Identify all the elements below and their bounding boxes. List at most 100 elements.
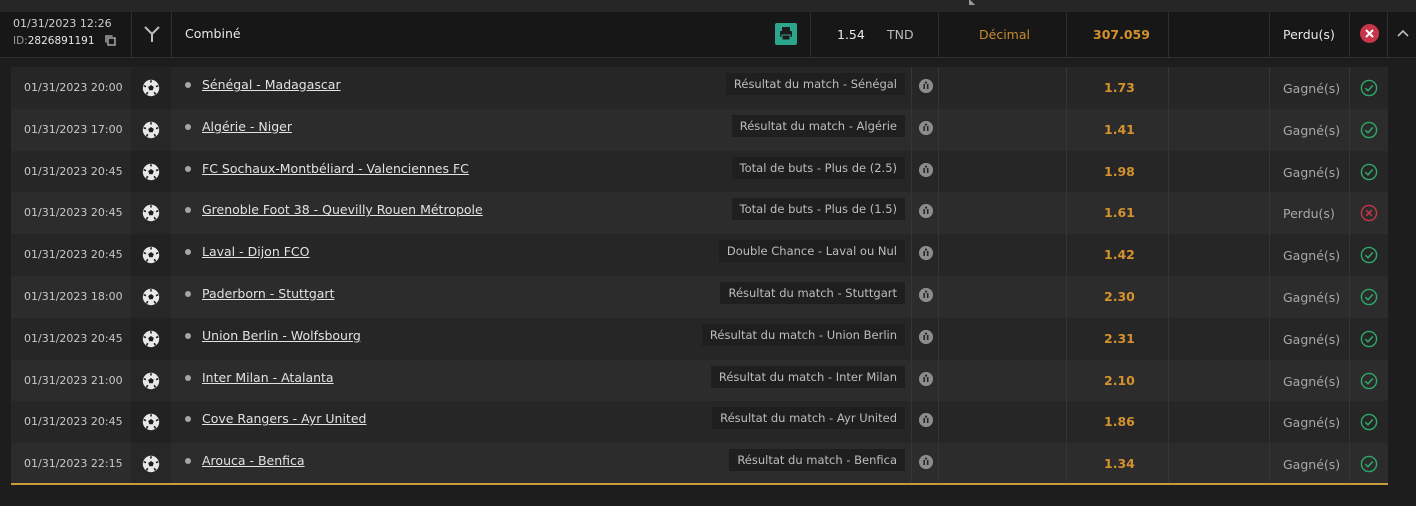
empty-cell [1168,317,1269,360]
sport-icon-cell [131,67,171,109]
sport-icon-cell [131,317,171,360]
match-link[interactable]: Laval - Dijon FCO [202,244,309,259]
info-cell[interactable] [911,401,939,444]
market-cell: Résultat du match - Union Berlin [627,318,905,360]
status-cell: Gagné(s) [1269,108,1349,151]
bet-summary-row[interactable]: 01/31/2023 12:26 ID:2826891191 Combiné 1… [0,12,1416,58]
stats-info-icon[interactable] [919,413,933,428]
bet-datetime: 01/31/2023 12:26 [13,17,112,30]
odds-cell: 1.86 [1066,401,1168,444]
info-cell[interactable] [911,275,939,318]
market-cell: Résultat du match - Ayr United [627,401,905,443]
info-cell[interactable] [911,150,939,193]
selection-odds: 1.86 [1104,414,1135,430]
result-cell [1349,108,1388,151]
stats-info-icon[interactable] [919,162,933,177]
match-link[interactable]: Union Berlin - Wolfsbourg [202,328,361,343]
result-cell [1349,443,1388,483]
collapse-toggle[interactable] [1387,12,1416,57]
stats-info-icon[interactable] [919,455,933,470]
odds-cell: 2.30 [1066,275,1168,318]
odds-cell: 1.98 [1066,150,1168,193]
match-link[interactable]: Inter Milan - Atalanta [202,370,334,385]
market-label: Résultat du match - Stuttgart [720,281,905,304]
bullet-dot-icon [185,374,191,381]
soccer-ball-icon [142,205,160,222]
selection-date: 01/31/2023 20:45 [24,331,123,345]
won-check-icon [1360,121,1378,139]
market-cell: Résultat du match - Sénégal [627,67,905,109]
info-cell[interactable] [911,108,939,151]
print-button[interactable] [775,23,797,45]
soccer-ball-icon [142,330,160,347]
odds-format-cell: Décimal [938,12,1066,57]
info-cell[interactable] [911,67,939,109]
result-cell [1349,192,1388,235]
stats-info-icon[interactable] [919,120,933,135]
selection-row: 01/31/2023 17:00 Algérie - Niger Résultat … [11,108,1388,151]
stats-info-icon[interactable] [919,246,933,261]
soccer-ball-icon [142,414,160,431]
match-link[interactable]: Sénégal - Madagascar [202,77,341,92]
odds-cell: 2.31 [1066,317,1168,360]
market-label: Résultat du match - Algérie [731,114,905,137]
selection-row: 01/31/2023 20:00 Sénégal - Madagascar Résu… [11,67,1388,109]
match-link[interactable]: Grenoble Foot 38 - Quevilly Rouen Métrop… [202,202,483,217]
selection-row: 01/31/2023 20:45 FC Sochaux-Montbéliard -… [11,150,1388,193]
empty-cell [1168,275,1269,318]
selection-status: Gagné(s) [1283,289,1341,305]
bet-id-value: 2826891191 [27,35,95,47]
selection-odds: 2.10 [1104,372,1135,388]
bullet-dot-icon [185,416,191,423]
stats-info-icon[interactable] [919,79,933,93]
sport-icon-cell [131,150,171,193]
sport-icon-cell [131,401,171,444]
match-link[interactable]: Cove Rangers - Ayr United [202,411,366,426]
selection-date: 01/31/2023 18:00 [24,289,123,303]
won-check-icon [1360,455,1378,473]
soccer-ball-icon [142,163,160,180]
potential-gain: 307.059 [1093,27,1150,42]
empty-cell [1168,12,1269,57]
stats-info-icon[interactable] [919,329,933,344]
odds-cell: 1.41 [1066,108,1168,151]
match-link[interactable]: Arouca - Benfica [202,453,305,468]
info-cell[interactable] [911,317,939,360]
sport-icon-cell [131,443,171,483]
result-cell [1349,401,1388,444]
info-cell[interactable] [911,192,939,235]
selection-date: 01/31/2023 20:45 [24,206,123,220]
selection-odds: 1.61 [1104,205,1135,221]
odds-cell: 1.34 [1066,443,1168,483]
stats-info-icon[interactable] [919,371,933,386]
selection-status: Perdu(s) [1283,206,1335,222]
match-link[interactable]: Paderborn - Stuttgart [202,286,334,301]
info-cell[interactable] [911,359,939,402]
selection-odds: 2.31 [1104,330,1135,346]
selection-row: 01/31/2023 18:00 Paderborn - Stuttgart Rés… [11,275,1388,318]
selection-status: Gagné(s) [1283,164,1341,180]
bet-type-label: Combiné [185,26,241,41]
info-cell[interactable] [911,234,939,276]
selection-status: Gagné(s) [1283,457,1341,473]
copy-icon[interactable] [105,35,116,46]
selection-status: Gagné(s) [1283,331,1341,347]
stats-info-icon[interactable] [919,204,933,219]
selection-date: 01/31/2023 21:00 [24,373,123,387]
selection-row: 01/31/2023 20:45 Laval - Dijon FCO Double … [11,234,1388,276]
status-cell: Gagné(s) [1269,443,1349,483]
selection-row: 01/31/2023 21:00 Inter Milan - Atalanta Ré… [11,359,1388,402]
empty-cell [1168,150,1269,193]
stats-info-icon[interactable] [919,287,933,302]
bullet-dot-icon [185,332,191,339]
won-check-icon [1360,372,1378,389]
match-link[interactable]: Algérie - Niger [202,119,292,134]
match-link[interactable]: FC Sochaux-Montbéliard - Valenciennes FC [202,161,469,176]
info-cell[interactable] [911,443,939,483]
market-label: Résultat du match - Sénégal [725,73,905,95]
soccer-ball-icon [142,246,160,264]
stake-amount: 1.54 [837,27,865,42]
market-label: Résultat du match - Ayr United [712,407,905,430]
won-check-icon [1360,414,1378,431]
selections-table: 01/31/2023 20:00 Sénégal - Madagascar Résu… [11,67,1388,485]
